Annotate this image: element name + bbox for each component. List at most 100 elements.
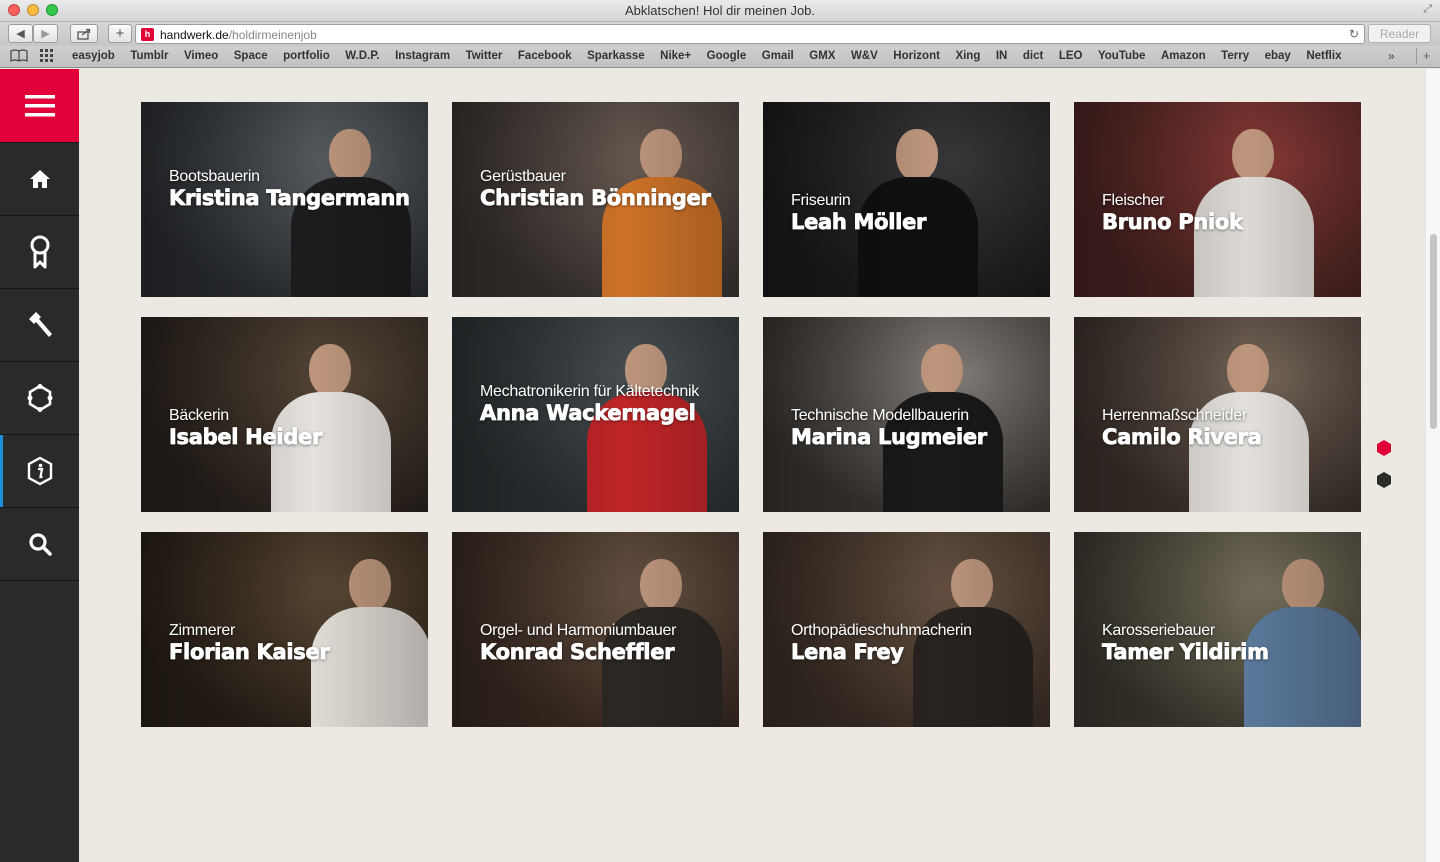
bookmark-item[interactable]: Netflix [1306,50,1341,62]
award-icon [30,235,49,269]
person-name: Konrad Scheffler [480,640,675,665]
menu-icon [24,94,55,116]
url-path: /holdirmeinenjob [228,28,317,42]
bookmark-item[interactable]: easyjob [72,50,115,62]
reading-list-icon[interactable] [10,49,28,65]
job-title: Bootsbauerin [169,168,260,185]
hammer-icon [28,312,52,337]
bookmark-item[interactable]: Facebook [518,50,572,62]
bookmark-item[interactable]: IN [996,50,1008,62]
job-title: Technische Modellbauerin [791,407,969,424]
job-title: Orthopädieschuhmacherin [791,622,972,639]
nav-awards[interactable] [0,216,79,289]
back-button[interactable]: ◀ [8,24,33,43]
add-bookmark-button[interactable]: + [1416,48,1436,64]
scrollbar[interactable] [1425,69,1440,862]
tile-caption: Karosseriebauer Tamer Yildirim [1102,622,1355,664]
job-title: Zimmerer [169,622,236,639]
profile-tile[interactable]: Herrenmaßschneider Camilo Rivera [1074,317,1361,512]
profile-tile[interactable]: Friseurin Leah Möller [763,102,1050,297]
page-dot-1[interactable] [1374,438,1394,458]
bookmark-item[interactable]: portfolio [283,50,330,62]
tile-caption: Orgel- und Harmoniumbauer Konrad Scheffle… [480,622,733,664]
nav-crafts[interactable] [0,289,79,362]
more-bookmarks-icon[interactable]: » [1388,49,1395,63]
window-titlebar: Abklatschen! Hol dir meinen Job. ⤢ [0,0,1440,22]
tile-caption: Bäckerin Isabel Heider [169,407,422,449]
person-name: Anna Wackernagel [480,401,697,426]
bookmark-item[interactable]: W&V [851,50,878,62]
forward-button[interactable]: ▶ [33,24,58,43]
home-icon [29,170,50,188]
nav-search[interactable] [0,508,79,581]
profile-tile[interactable]: Karosseriebauer Tamer Yildirim [1074,532,1361,727]
nav-home[interactable] [0,143,79,216]
profile-tile[interactable]: Zimmerer Florian Kaiser [141,532,428,727]
share-button[interactable] [70,24,98,43]
bookmark-item[interactable]: Amazon [1161,50,1206,62]
page-dot-2[interactable] [1374,470,1394,490]
tile-caption: Technische Modellbauerin Marina Lugmeier [791,407,1044,449]
profile-tile[interactable]: Bäckerin Isabel Heider [141,317,428,512]
bookmark-item[interactable]: Instagram [395,50,450,62]
person-name: Lena Frey [791,640,905,665]
bookmark-item[interactable]: Tumblr [130,50,168,62]
nav-info[interactable] [0,435,79,508]
top-sites-icon[interactable] [40,49,54,65]
bookmark-item[interactable]: LEO [1059,50,1083,62]
bookmark-item[interactable]: Xing [955,50,980,62]
reader-button[interactable]: Reader [1368,24,1431,43]
reload-icon[interactable]: ↻ [1349,27,1359,41]
profile-tile[interactable]: Mechatronikerin für Kältetechnik Anna Wac… [452,317,739,512]
url-host: handwerk.de [160,28,229,42]
profile-tile[interactable]: Orgel- und Harmoniumbauer Konrad Scheffle… [452,532,739,727]
profile-tile[interactable]: Gerüstbauer Christian Bönninger [452,102,739,297]
bookmark-item[interactable]: Google [707,50,747,62]
job-title: Bäckerin [169,407,229,424]
profile-tile[interactable]: Orthopädieschuhmacherin Lena Frey [763,532,1050,727]
person-name: Leah Möller [791,210,927,235]
tile-caption: Herrenmaßschneider Camilo Rivera [1102,407,1355,449]
sidebar [0,69,79,862]
person-name: Florian Kaiser [169,640,331,665]
person-name: Isabel Heider [169,425,323,450]
person-name: Christian Bönninger [480,186,712,211]
person-name: Camilo Rivera [1102,425,1263,450]
bookmark-item[interactable]: Vimeo [184,50,218,62]
bookmark-item[interactable]: Sparkasse [587,50,645,62]
bookmark-item[interactable]: Terry [1221,50,1249,62]
search-icon [28,533,52,556]
site-favicon-icon: h [141,28,154,41]
tile-caption: Friseurin Leah Möller [791,192,1044,234]
bookmark-item[interactable]: Nike+ [660,50,691,62]
job-title: Karosseriebauer [1102,622,1215,639]
bookmark-item[interactable]: GMX [809,50,835,62]
info-icon [27,456,52,486]
new-tab-button[interactable]: + [108,24,132,43]
bookmark-item[interactable]: Space [234,50,268,62]
profile-tile[interactable]: Fleischer Bruno Pniok [1074,102,1361,297]
job-title: Herrenmaßschneider [1102,407,1247,424]
job-title: Friseurin [791,192,851,209]
profile-tile[interactable]: Technische Modellbauerin Marina Lugmeier [763,317,1050,512]
content-area: Bootsbauerin Kristina Tangermann Gerüstbau… [79,69,1425,862]
menu-button[interactable] [0,69,79,143]
profile-tile[interactable]: Bootsbauerin Kristina Tangermann [141,102,428,297]
bookmark-item[interactable]: W.D.P. [345,50,379,62]
url-text: handwerk.de/holdirmeinenjob [160,28,317,42]
fullscreen-icon[interactable]: ⤢ [1423,3,1432,16]
bookmark-item[interactable]: YouTube [1098,50,1145,62]
bookmark-item[interactable]: dict [1023,50,1043,62]
bookmark-item[interactable]: ebay [1265,50,1291,62]
job-title: Orgel- und Harmoniumbauer [480,622,677,639]
person-name: Bruno Pniok [1102,210,1244,235]
bookmark-item[interactable]: Horizont [893,50,940,62]
bookmark-item[interactable]: Twitter [466,50,503,62]
bookmark-list: easyjob Tumblr Vimeo Space portfolio W.D.P. In… [72,50,1357,62]
bookmark-item[interactable]: Gmail [762,50,794,62]
scroll-thumb[interactable] [1430,234,1437,429]
nav-match[interactable] [0,362,79,435]
job-title: Mechatronikerin für Kältetechnik [480,383,699,400]
job-title: Gerüstbauer [480,168,566,185]
address-bar[interactable]: h handwerk.de/holdirmeinenjob ↻ [135,24,1365,44]
